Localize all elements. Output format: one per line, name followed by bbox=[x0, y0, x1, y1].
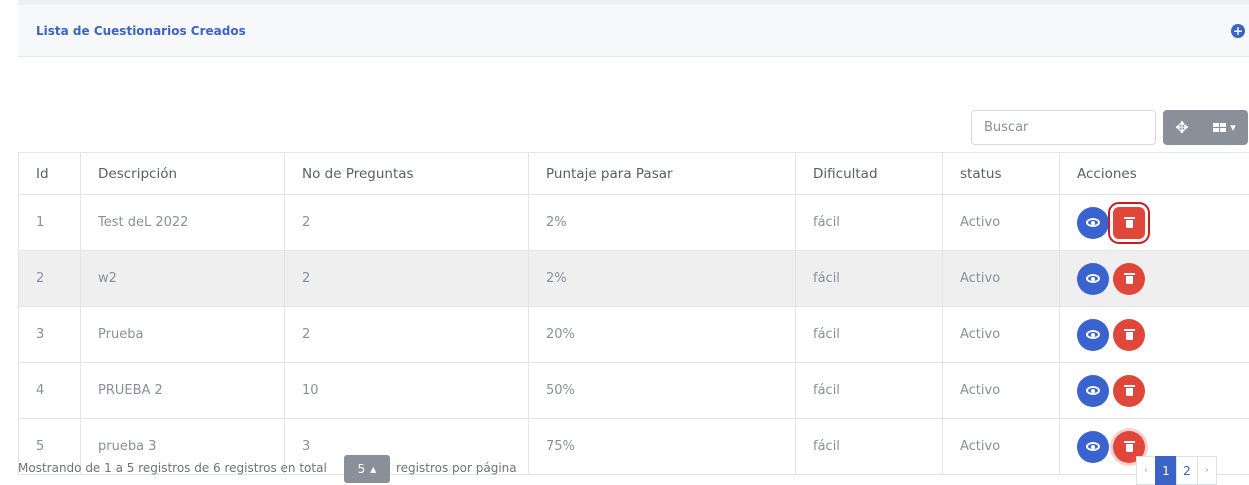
page-size-dropdown[interactable]: 5 ▴ bbox=[344, 455, 390, 483]
eye-icon bbox=[1086, 330, 1100, 339]
view-button[interactable] bbox=[1077, 430, 1109, 463]
view-button[interactable] bbox=[1077, 206, 1109, 239]
page-size-value: 5 bbox=[357, 462, 366, 476]
cell-status: Activo bbox=[942, 250, 1060, 307]
grid-columns-icon bbox=[1213, 123, 1227, 132]
cell-status: Activo bbox=[942, 362, 1060, 419]
prev-page-button[interactable]: ‹ bbox=[1136, 456, 1156, 485]
delete-button[interactable] bbox=[1113, 374, 1145, 407]
eye-icon bbox=[1086, 386, 1100, 395]
table-row: 2 w2 2 2% fácil Activo bbox=[18, 250, 1249, 307]
column-header-id[interactable]: Id bbox=[18, 152, 81, 195]
cell-preguntas: 10 bbox=[284, 362, 529, 419]
card-header: Lista de Cuestionarios Creados + bbox=[18, 5, 1249, 57]
cell-preguntas: 2 bbox=[284, 194, 529, 251]
page-button-2[interactable]: 2 bbox=[1176, 456, 1198, 485]
plus-circle-icon[interactable]: + bbox=[1231, 24, 1245, 38]
cell-acciones bbox=[1059, 362, 1249, 419]
cell-dificultad: fácil bbox=[795, 306, 943, 363]
trash-icon bbox=[1123, 329, 1135, 340]
view-button[interactable] bbox=[1077, 374, 1109, 407]
column-header-acciones: Acciones bbox=[1059, 152, 1249, 195]
cell-puntaje: 2% bbox=[528, 250, 796, 307]
eye-icon bbox=[1086, 218, 1100, 227]
per-page-label: registros por página bbox=[396, 461, 517, 475]
next-page-button[interactable]: › bbox=[1197, 456, 1217, 485]
cell-status: Activo bbox=[942, 194, 1060, 251]
table-row: 1 Test deL 2022 2 2% fácil Activo bbox=[18, 194, 1249, 251]
cell-descripcion: Test deL 2022 bbox=[80, 194, 285, 251]
cell-id: 3 bbox=[18, 306, 81, 363]
column-header-status[interactable]: status bbox=[942, 152, 1060, 195]
table-row: 3 Prueba 2 20% fácil Activo bbox=[18, 306, 1249, 363]
cell-id: 1 bbox=[18, 194, 81, 251]
pagination: ‹ 1 2 › bbox=[1136, 456, 1217, 485]
caret-up-icon: ▴ bbox=[370, 462, 377, 476]
cell-id: 2 bbox=[18, 250, 81, 307]
move-button[interactable]: ✥ bbox=[1163, 110, 1201, 145]
cell-puntaje: 2% bbox=[528, 194, 796, 251]
view-button[interactable] bbox=[1077, 318, 1109, 351]
toolbar-button-group: ✥ ▾ bbox=[1163, 110, 1248, 145]
cell-preguntas: 2 bbox=[284, 306, 529, 363]
trash-icon bbox=[1123, 273, 1135, 284]
columns-dropdown-button[interactable]: ▾ bbox=[1201, 110, 1248, 145]
table-header-row: Id Descripción No de Preguntas Puntaje p… bbox=[18, 152, 1249, 195]
cell-dificultad: fácil bbox=[795, 362, 943, 419]
cell-dificultad: fácil bbox=[795, 250, 943, 307]
table-row: 4 PRUEBA 2 10 50% fácil Activo bbox=[18, 362, 1249, 419]
card-title: Lista de Cuestionarios Creados bbox=[36, 23, 246, 38]
column-header-puntaje[interactable]: Puntaje para Pasar bbox=[528, 152, 796, 195]
cell-status: Activo bbox=[942, 306, 1060, 363]
cell-status: Activo bbox=[942, 418, 1060, 475]
column-header-preguntas[interactable]: No de Preguntas bbox=[284, 152, 529, 195]
cell-descripcion: w2 bbox=[80, 250, 285, 307]
trash-icon bbox=[1123, 441, 1135, 452]
trash-icon bbox=[1123, 385, 1135, 396]
questionnaire-table: Id Descripción No de Preguntas Puntaje p… bbox=[18, 152, 1249, 475]
cell-puntaje: 75% bbox=[528, 418, 796, 475]
cell-descripcion: PRUEBA 2 bbox=[80, 362, 285, 419]
cell-puntaje: 20% bbox=[528, 306, 796, 363]
cell-acciones bbox=[1059, 194, 1249, 251]
eye-icon bbox=[1086, 274, 1100, 283]
delete-button[interactable] bbox=[1113, 318, 1145, 351]
cell-preguntas: 2 bbox=[284, 250, 529, 307]
delete-button[interactable] bbox=[1108, 201, 1150, 244]
delete-button[interactable] bbox=[1113, 262, 1145, 295]
cell-dificultad: fácil bbox=[795, 194, 943, 251]
cell-acciones bbox=[1059, 306, 1249, 363]
page-button-1[interactable]: 1 bbox=[1155, 456, 1177, 485]
column-header-descripcion[interactable]: Descripción bbox=[80, 152, 285, 195]
caret-down-icon: ▾ bbox=[1230, 121, 1236, 134]
cell-descripcion: Prueba bbox=[80, 306, 285, 363]
pagination-summary: Mostrando de 1 a 5 registros de 6 regist… bbox=[18, 461, 327, 475]
column-header-dificultad[interactable]: Dificultad bbox=[795, 152, 943, 195]
search-input[interactable] bbox=[971, 110, 1156, 145]
view-button[interactable] bbox=[1077, 262, 1109, 295]
arrows-move-icon: ✥ bbox=[1175, 118, 1189, 137]
trash-icon bbox=[1123, 217, 1135, 228]
cell-dificultad: fácil bbox=[795, 418, 943, 475]
cell-id: 4 bbox=[18, 362, 81, 419]
cell-acciones bbox=[1059, 250, 1249, 307]
eye-icon bbox=[1086, 442, 1100, 451]
cell-puntaje: 50% bbox=[528, 362, 796, 419]
